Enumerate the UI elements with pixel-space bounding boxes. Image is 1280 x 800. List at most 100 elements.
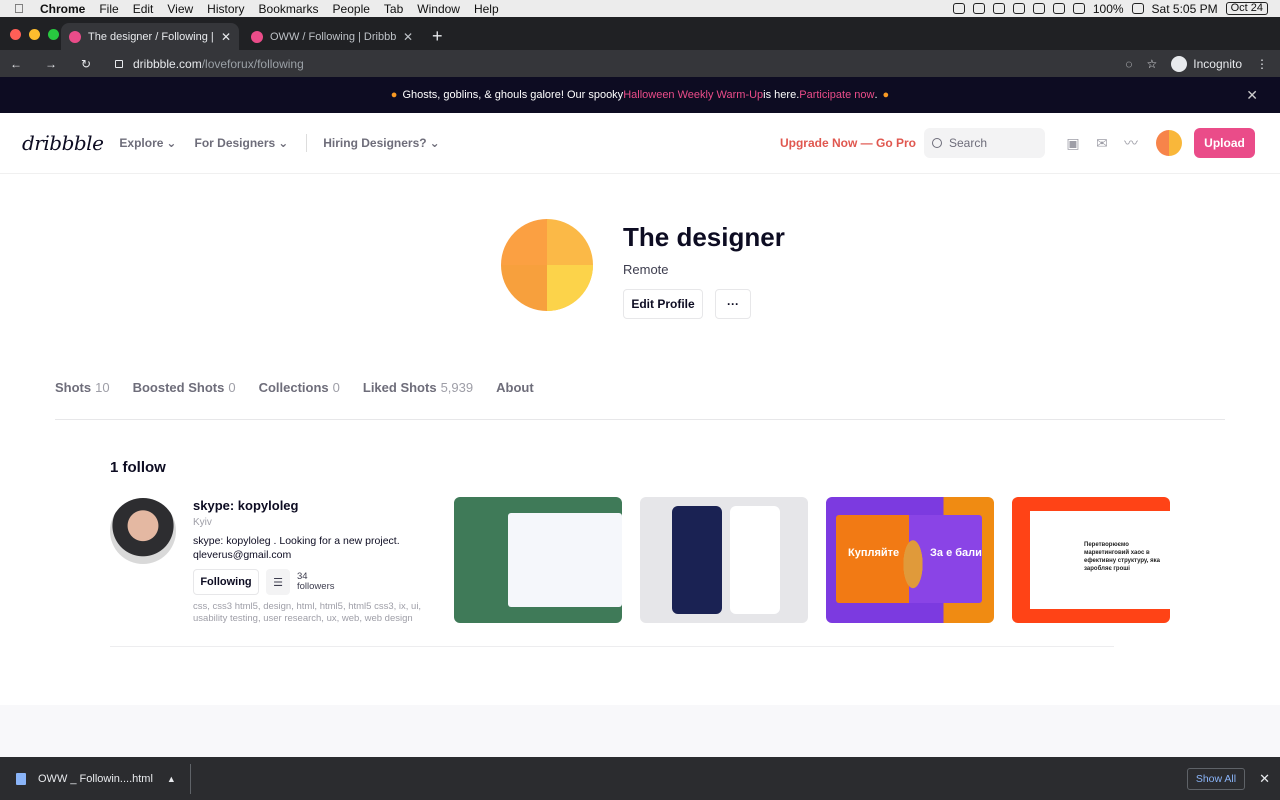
menu-edit[interactable]: Edit (133, 2, 154, 16)
nav-explore-label: Explore (119, 136, 164, 150)
kebab-menu-icon[interactable]: ⋮ (1256, 57, 1268, 71)
window-controls (10, 29, 59, 40)
tab-title: The designer / Following | Dribbble (88, 30, 215, 43)
new-tab-button[interactable]: + (432, 26, 443, 47)
incognito-badge[interactable]: Incognito (1171, 55, 1242, 72)
announcement-banner: ● Ghosts, goblins, & ghouls galore! Our … (0, 77, 1280, 113)
shot-ui-panel (508, 513, 622, 607)
battery-icon[interactable] (1131, 3, 1144, 14)
status-icon[interactable] (992, 3, 1005, 14)
tab-boosted-shots[interactable]: Boosted Shots 0 (133, 380, 236, 395)
url-field[interactable]: dribbble.com/loveforux/following (115, 57, 1125, 71)
apple-icon[interactable]:  (14, 1, 30, 16)
chevron-down-icon: ⌄ (278, 136, 289, 150)
activity-icon[interactable]: 〰 (1123, 136, 1139, 150)
minimize-window-button[interactable] (29, 29, 40, 40)
dribbble-logo[interactable]: dribbble (22, 131, 104, 155)
menu-window[interactable]: Window (417, 2, 460, 16)
lock-icon[interactable] (115, 59, 123, 68)
mail-icon[interactable]: ✉ (1094, 136, 1110, 150)
menu-app[interactable]: Chrome (40, 2, 85, 16)
toolbar-tools: ◌ ☆ Incognito ⋮ (1125, 55, 1268, 72)
menu-history[interactable]: History (207, 2, 244, 16)
macos-menubar:  Chrome File Edit View History Bookmark… (0, 0, 1280, 17)
date-badge[interactable]: Oct 24 (1225, 2, 1268, 15)
followed-user-name[interactable]: skype: kopyloleg (193, 498, 298, 513)
close-download-bar-icon[interactable]: ✕ (1259, 771, 1270, 787)
tab-label: Shots (55, 380, 92, 395)
banner-text-start: Ghosts, goblins, & ghouls galore! Our sp… (402, 89, 624, 101)
more-options-button[interactable]: ··· (715, 289, 751, 319)
following-button[interactable]: Following (193, 569, 259, 595)
pineapple-image (898, 527, 928, 589)
bluetooth-icon[interactable] (1032, 3, 1045, 14)
menu-bookmarks[interactable]: Bookmarks (259, 2, 319, 16)
shot-thumbnail[interactable]: Купляйте За е бали (826, 497, 994, 623)
forward-arrow-icon[interactable]: → (45, 57, 57, 71)
show-all-button[interactable]: Show All (1186, 767, 1246, 790)
tab-count: 10 (95, 380, 110, 395)
search-icon (932, 138, 942, 148)
tab-collections[interactable]: Collections 0 (259, 380, 340, 395)
followed-user-avatar[interactable] (110, 498, 176, 564)
nav-for-designers-label: For Designers (194, 136, 276, 150)
clock[interactable]: Sat 5:05 PM (1152, 2, 1218, 16)
tab-active[interactable]: The designer / Following | Dribbble ✕ (61, 23, 239, 50)
tab-label: Boosted Shots (132, 380, 225, 395)
followed-user-city: Kyiv (193, 517, 212, 528)
time-machine-icon[interactable] (1052, 3, 1065, 14)
upgrade-link[interactable]: Upgrade Now — Go Pro (780, 136, 916, 150)
menu-people[interactable]: People (333, 2, 370, 16)
briefcase-icon[interactable]: ▣ (1065, 136, 1081, 150)
star-icon[interactable]: ☆ (1147, 57, 1158, 71)
nav-for-designers[interactable]: For Designers ⌄ (194, 136, 288, 150)
status-icon[interactable] (952, 3, 965, 14)
status-icon[interactable] (972, 3, 985, 14)
tab-shots[interactable]: Shots 10 (55, 380, 110, 395)
nav-hiring-label: Hiring Designers? (323, 136, 427, 150)
tabs-divider (55, 419, 1225, 420)
back-arrow-icon[interactable]: ← (10, 57, 22, 71)
user-avatar[interactable] (1156, 130, 1182, 156)
shot-text-left: Купляйте (848, 547, 900, 559)
wifi-icon[interactable] (1072, 3, 1085, 14)
close-tab-icon[interactable]: ✕ (403, 30, 413, 44)
menu-help[interactable]: Help (474, 2, 499, 16)
menu-file[interactable]: File (99, 2, 118, 16)
status-icon[interactable] (1012, 3, 1025, 14)
shot-thumbnail[interactable] (454, 497, 622, 623)
upload-button[interactable]: Upload (1194, 128, 1255, 158)
row-divider (110, 646, 1114, 647)
banner-link-warmup[interactable]: Halloween Weekly Warm-Up (623, 89, 763, 101)
shot-text-right: За е бали (930, 547, 982, 559)
nav-hiring[interactable]: Hiring Designers? ⌄ (323, 136, 439, 150)
shot-thumbnail[interactable] (640, 497, 808, 623)
battery-percent[interactable]: 100% (1093, 2, 1124, 16)
zoom-window-button[interactable] (48, 29, 59, 40)
banner-text-end: . (874, 89, 878, 101)
eye-off-icon[interactable]: ◌ (1125, 57, 1132, 71)
profile-name: The designer (623, 222, 785, 252)
tab-about[interactable]: About (496, 380, 534, 395)
banner-link-participate[interactable]: Participate now (799, 89, 874, 101)
shot-thumbnail[interactable]: Перетворюємо маркетинговий хаос в ефекти… (1012, 497, 1170, 623)
menu-view[interactable]: View (167, 2, 193, 16)
list-icon: ☰ (273, 576, 283, 589)
edit-profile-button[interactable]: Edit Profile (623, 289, 703, 319)
close-banner-icon[interactable]: ✕ (1246, 87, 1258, 104)
reload-icon[interactable]: ↻ (80, 57, 92, 71)
chevron-up-icon[interactable]: ▲ (167, 774, 176, 784)
download-filename[interactable]: OWW _ Followin....html (38, 773, 153, 785)
close-tab-icon[interactable]: ✕ (221, 30, 231, 44)
site-header: dribbble Explore ⌄ For Designers ⌄ Hiring … (0, 113, 1280, 174)
add-to-list-button[interactable]: ☰ (266, 569, 290, 595)
tab-inactive[interactable]: OWW / Following | Dribbble ✕ (243, 23, 421, 50)
close-window-button[interactable] (10, 29, 21, 40)
shot-phone-dark (672, 506, 722, 614)
tab-liked-shots[interactable]: Liked Shots 5,939 (363, 380, 473, 395)
followers-count: 34 followers (297, 572, 335, 592)
menu-tab[interactable]: Tab (384, 2, 403, 16)
url-host: dribbble.com (133, 56, 202, 71)
nav-explore[interactable]: Explore ⌄ (119, 136, 176, 150)
search-input[interactable]: Search (924, 128, 1045, 158)
